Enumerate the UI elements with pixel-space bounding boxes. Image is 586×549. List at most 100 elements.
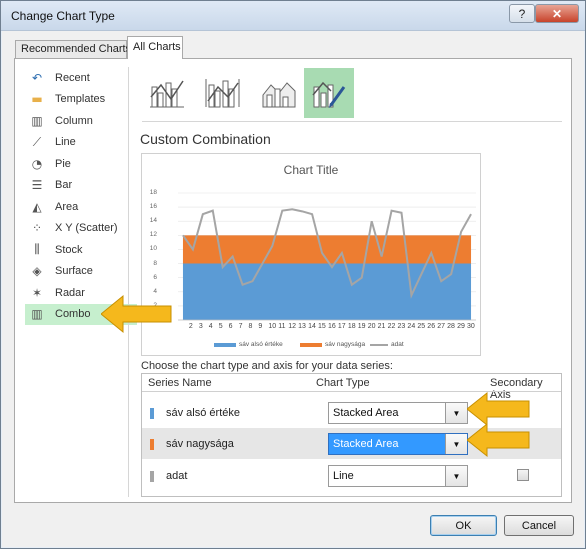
radar-chart-icon: ✶: [31, 285, 43, 300]
sidebar-item-label: Recent: [55, 71, 90, 84]
scatter-chart-icon: ⁘: [31, 221, 43, 236]
close-button[interactable]: ✕: [535, 4, 579, 23]
chart-type-value: Stacked Area: [333, 407, 399, 419]
x-tick-label: 5: [218, 323, 223, 330]
chart-type-dropdown-series-2[interactable]: Stacked Area ▼: [328, 433, 468, 455]
sidebar-item-label: Radar: [55, 286, 85, 299]
x-tick-label: 12: [288, 323, 297, 330]
help-button[interactable]: ?: [509, 4, 535, 23]
annotation-arrow-row-2: [467, 422, 530, 458]
stacked-area-clustered-column-icon[interactable]: [254, 68, 304, 118]
x-tick-label: 24: [407, 323, 416, 330]
chart-type-dropdown-series-1[interactable]: Stacked Area ▼: [328, 402, 468, 424]
legend-label-series-3: adat: [391, 341, 404, 348]
chevron-down-icon[interactable]: ▼: [445, 434, 467, 454]
sidebar-item-area[interactable]: ◭ Area: [25, 196, 137, 218]
x-tick-label: 17: [337, 323, 346, 330]
y-tick-label: 16: [149, 203, 157, 211]
sidebar-item-recent[interactable]: ↶ Recent: [25, 67, 137, 89]
x-tick-label: 18: [347, 323, 356, 330]
sidebar-item-stock[interactable]: ⫼ Stock: [25, 239, 137, 261]
section-title: Custom Combination: [140, 131, 271, 147]
y-tick-label: 18: [149, 189, 157, 196]
sidebar-item-x-y-scatter[interactable]: ⁘ X Y (Scatter): [25, 218, 137, 240]
x-tick-label: 25: [417, 323, 426, 330]
sidebar-item-label: X Y (Scatter): [55, 222, 118, 235]
series-color-marker: [150, 408, 154, 419]
clustered-column-line-icon[interactable]: [142, 68, 192, 118]
x-tick-label: 6: [228, 323, 233, 330]
area-series-1: [182, 263, 472, 320]
x-tick-label: 22: [387, 323, 396, 330]
x-tick-label: 28: [447, 323, 455, 330]
legend-label-series-1: sáv alsó értéke: [239, 341, 283, 348]
x-tick-label: 30: [467, 323, 475, 330]
secondary-axis-checkbox[interactable]: [517, 469, 529, 481]
sidebar-item-label: Line: [55, 136, 76, 149]
tab-recommended-charts[interactable]: Recommended Charts: [15, 40, 131, 58]
sidebar-item-label: Column: [55, 114, 93, 127]
sidebar-divider: [128, 67, 129, 497]
sidebar-item-label: Combo: [55, 308, 91, 321]
ok-button[interactable]: OK: [430, 515, 497, 536]
x-tick-label: 4: [208, 323, 213, 330]
chart-plot: [178, 192, 476, 321]
header-chart-type: Chart Type: [316, 377, 370, 389]
x-tick-label: 15: [318, 323, 326, 330]
legend-swatch-series-3: [370, 343, 388, 346]
x-tick-label: 21: [377, 323, 386, 330]
chevron-down-icon[interactable]: ▼: [445, 466, 467, 486]
y-tick-label: 6: [153, 273, 157, 281]
tab-all-charts[interactable]: All Charts: [127, 36, 183, 59]
sidebar-item-label: Surface: [55, 265, 93, 278]
sidebar-item-label: Stock: [55, 243, 83, 256]
sidebar-item-label: Pie: [55, 157, 71, 170]
dialog-title: Change Chart Type: [11, 9, 115, 23]
legend-swatch-series-2: [300, 342, 322, 347]
surface-chart-icon: ◈: [32, 264, 42, 279]
series-caption: Choose the chart type and axis for your …: [141, 360, 393, 372]
y-tick-label: 10: [149, 245, 157, 253]
sidebar-item-bar[interactable]: ☰ Bar: [25, 175, 137, 197]
chart-preview: Chart Title 2 4 6 8 10 12 14 16 18 2 3 4 5 6 7 8 9 10 11 1…: [141, 153, 481, 356]
chart-type-value: Line: [333, 470, 354, 482]
x-tick-label: 11: [278, 323, 286, 330]
x-tick-label: 26: [427, 323, 436, 330]
line-chart-icon: ⟋: [32, 134, 42, 149]
x-tick-label: 13: [298, 323, 306, 330]
sidebar-item-surface[interactable]: ◈ Surface: [25, 261, 137, 283]
x-tick-label: 8: [248, 323, 253, 330]
x-tick-label: 9: [258, 323, 263, 330]
chevron-down-icon[interactable]: ▼: [445, 403, 467, 423]
sidebar-item-label: Area: [55, 200, 79, 213]
series-color-marker: [150, 471, 154, 482]
column-chart-icon: ▥: [31, 113, 43, 128]
x-tick-label: 27: [437, 323, 446, 330]
series-name: sáv nagysága: [166, 438, 234, 450]
change-chart-type-dialog: Change Chart Type ? ✕ Recommended Charts…: [0, 0, 586, 549]
sidebar-item-label: Bar: [55, 179, 73, 192]
annotation-arrow-combo: [101, 294, 172, 334]
legend-item-series-1: sáv alsó értéke: [214, 341, 283, 348]
clustered-column-line-secondary-icon[interactable]: [198, 68, 248, 118]
chart-type-dropdown-series-3[interactable]: Line ▼: [328, 465, 468, 487]
custom-combination-icon[interactable]: [304, 68, 354, 118]
sidebar-item-line[interactable]: ⟋ Line: [25, 132, 137, 154]
series-row-3: adat Line ▼: [142, 460, 561, 491]
stock-chart-icon: ⫼: [34, 242, 40, 257]
cancel-button[interactable]: Cancel: [504, 515, 574, 536]
bar-chart-icon: ☰: [31, 178, 43, 193]
sidebar-item-templates[interactable]: ▬ Templates: [25, 89, 137, 111]
x-tick-label: 2: [188, 323, 193, 330]
gallery-divider: [142, 121, 562, 122]
x-tick-label: 19: [357, 323, 366, 330]
x-tick-label: 20: [367, 323, 376, 330]
legend-swatch-series-1: [214, 342, 236, 347]
pie-chart-icon: ◔: [31, 156, 43, 171]
chart-type-list: ↶ Recent ▬ Templates ▥ Column ⟋ Line ◔ Pie ☰ Bar ◭ Ar…: [25, 67, 137, 325]
legend-item-series-2: sáv nagysága: [300, 341, 365, 348]
sidebar-item-column[interactable]: ▥ Column: [25, 110, 137, 132]
combo-chart-icon: ▥: [31, 307, 43, 322]
sidebar-item-pie[interactable]: ◔ Pie: [25, 153, 137, 175]
chart-type-value: Stacked Area: [333, 438, 399, 450]
